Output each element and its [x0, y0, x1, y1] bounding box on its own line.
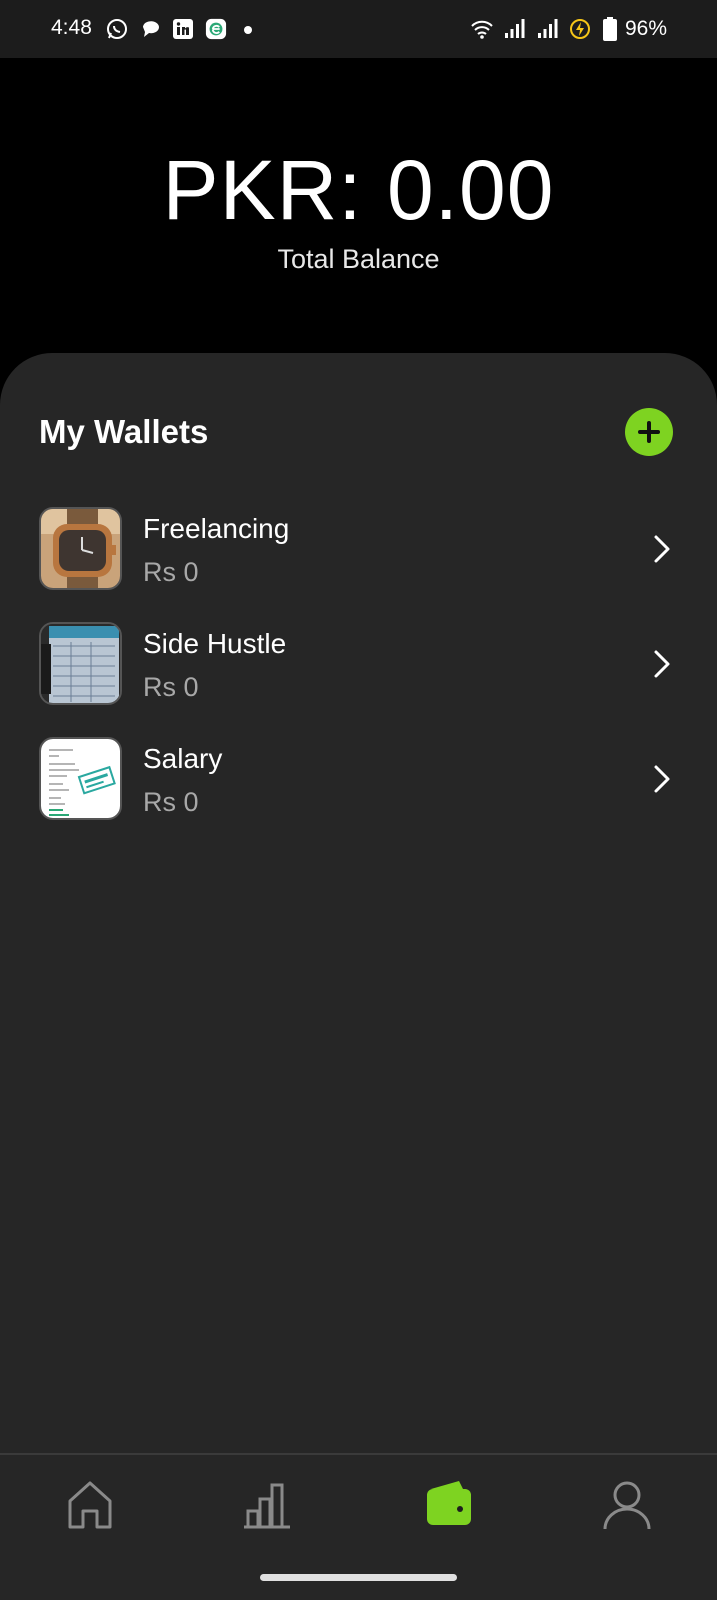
wallet-amount: Rs 0 [143, 557, 199, 587]
total-balance-amount: PKR: 0.00 [162, 143, 555, 237]
chat-bubble-icon [143, 21, 159, 37]
signal-icon [505, 19, 525, 38]
wallet-thumbnail-receipt [39, 622, 122, 705]
total-balance-label: Total Balance [277, 244, 440, 274]
linkedin-icon [173, 19, 193, 39]
wallet-row-salary[interactable]: Salary Rs 0 [0, 737, 717, 837]
wallet-amount: Rs 0 [143, 787, 199, 817]
wallets-title: My Wallets [39, 413, 209, 450]
charging-icon [570, 19, 590, 39]
home-indicator[interactable] [260, 1574, 457, 1581]
more-notifications-dot [244, 26, 252, 34]
wallet-name: Side Hustle [143, 628, 287, 659]
wallet-thumbnail-watch [39, 507, 122, 590]
wallet-thumbnail-bill [39, 737, 122, 820]
profile-icon[interactable] [597, 1477, 657, 1533]
battery-percent: 96% [625, 17, 668, 40]
chevron-right-icon[interactable] [652, 648, 672, 680]
home-icon[interactable] [60, 1477, 120, 1533]
add-wallet-button[interactable] [625, 408, 673, 456]
wallet-row-side-hustle[interactable]: Side Hustle Rs 0 [0, 622, 717, 722]
wallet-row-freelancing[interactable]: Freelancing Rs 0 [0, 507, 717, 607]
chevron-right-icon[interactable] [652, 533, 672, 565]
wallet-name: Salary [143, 743, 223, 774]
e-app-icon [205, 18, 227, 40]
wallet-name: Freelancing [143, 513, 290, 544]
status-time: 4:48 [51, 16, 92, 39]
wifi-icon [471, 20, 493, 39]
battery-icon [603, 17, 617, 41]
wallet-icon[interactable] [419, 1477, 479, 1533]
chevron-right-icon[interactable] [652, 763, 672, 795]
stats-icon[interactable] [238, 1477, 298, 1533]
whatsapp-icon [107, 19, 127, 39]
wallet-amount: Rs 0 [143, 672, 199, 702]
signal-icon [538, 19, 558, 38]
status-bar: 4:48 96% [0, 0, 717, 58]
